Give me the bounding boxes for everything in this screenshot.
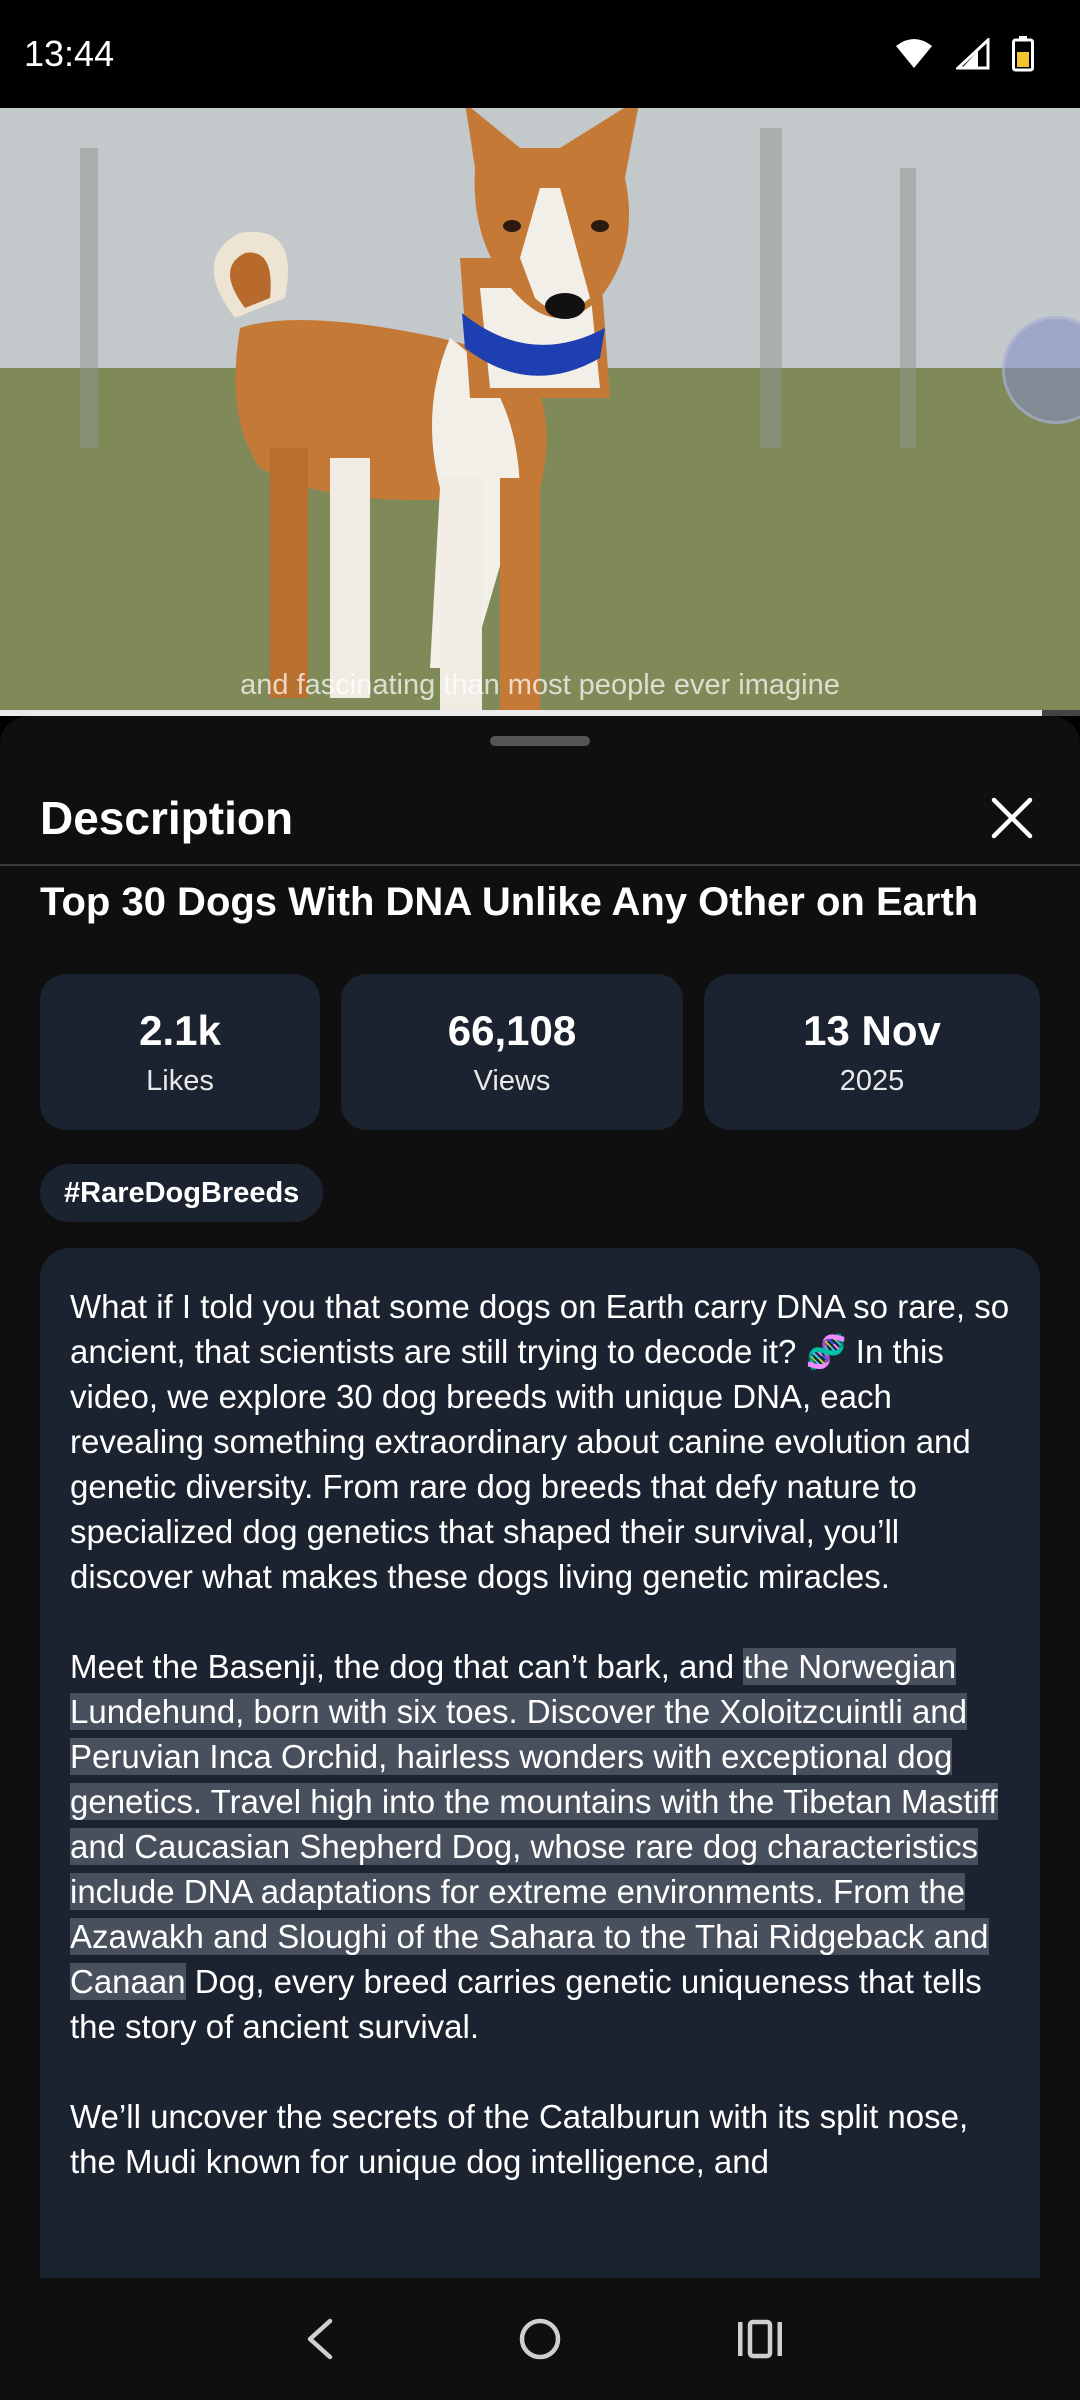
battery-icon [1012,36,1034,72]
home-button[interactable] [500,2299,580,2379]
video-caption: and fascinating than most people ever im… [240,669,840,701]
recents-icon [738,2319,782,2359]
views-stat: 66,108 Views [341,974,683,1130]
status-time: 13:44 [24,33,115,74]
description-p2-start: Meet the Basenji, the dog that can’t bar… [70,1648,744,1685]
date-value: 13 Nov [803,1006,941,1054]
video-player[interactable]: and fascinating than most people ever im… [0,108,1080,716]
signal-icon [956,38,990,70]
description-paragraph-1: What if I told you that some dogs on Ear… [70,1288,1010,1595]
wifi-icon [896,39,932,68]
sheet-header: Description [0,772,1080,866]
video-frame-dog [0,108,1080,716]
recents-button[interactable] [720,2299,800,2379]
close-button[interactable] [984,790,1040,846]
date-stat: 13 Nov 2025 [704,974,1040,1130]
description-p2-highlight: the Norwegian Lundehund, born with six t… [70,1648,998,2000]
description-paragraph-3: We’ll uncover the secrets of the Catalbu… [70,2098,969,2180]
back-icon [307,2318,333,2360]
description-sheet: Description Top 30 Dogs With DNA Unlike … [0,716,1080,2278]
video-title: Top 30 Dogs With DNA Unlike Any Other on… [40,880,979,924]
likes-stat: 2.1k Likes [40,974,320,1130]
views-label: Views [473,1064,551,1097]
status-bar: 13:44 [0,0,1080,108]
hashtag-chip[interactable]: #RareDogBreeds [40,1164,324,1222]
likes-label: Likes [146,1064,214,1097]
description-p2-end: Dog, every breed carries genetic uniquen… [70,1963,982,2045]
home-icon [519,2318,561,2360]
description-text-box: What if I told you that some dogs on Ear… [40,1248,1040,2278]
views-value: 66,108 [447,1006,577,1054]
navigation-bar [0,2278,1080,2400]
sheet-title: Description [40,792,294,844]
status-icons [894,36,1034,72]
likes-value: 2.1k [139,1006,221,1054]
close-icon [991,797,1033,839]
description-paragraph-2: Meet the Basenji, the dog that can’t bar… [70,1644,1010,2049]
back-button[interactable] [280,2299,360,2379]
drag-handle[interactable] [490,736,590,746]
date-year: 2025 [839,1064,905,1097]
